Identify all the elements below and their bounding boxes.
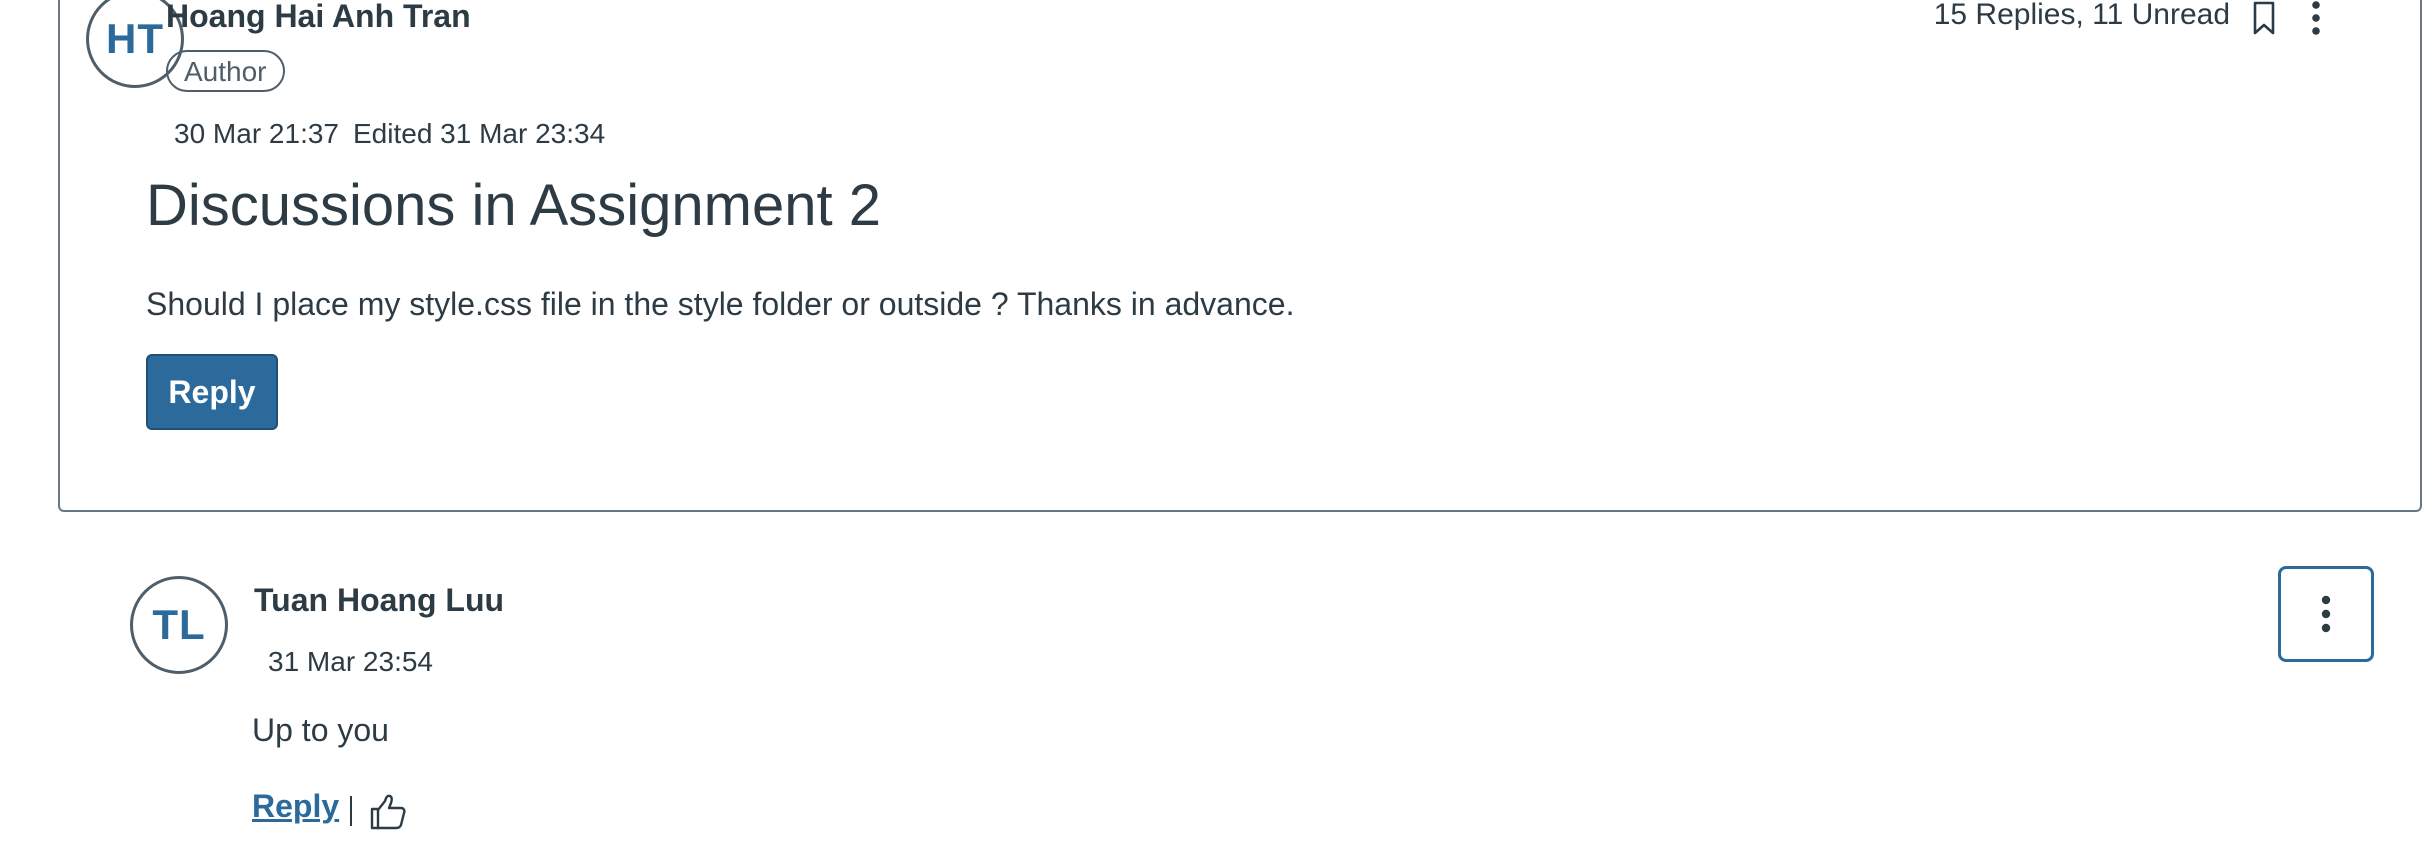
topic-title: Discussions in Assignment 2: [146, 173, 881, 238]
bookmark-icon[interactable]: [2246, 0, 2282, 40]
reply-link[interactable]: Reply: [252, 788, 339, 825]
topic-post-card: HT Hoang Hai Anh Tran Author 30 Mar 21:3…: [58, 0, 2422, 512]
topic-message: Should I place my style.css file in the …: [146, 286, 1295, 322]
reply-timestamp: 31 Mar 23:54: [268, 646, 433, 678]
author-name[interactable]: Hoang Hai Anh Tran: [166, 0, 471, 35]
action-divider: [350, 796, 352, 826]
reply-button[interactable]: Reply: [146, 354, 278, 430]
thumbs-up-icon[interactable]: [366, 790, 410, 834]
post-timestamps: 30 Mar 21:37 Edited 31 Mar 23:34: [174, 118, 605, 150]
reply-author-avatar[interactable]: TL: [130, 576, 228, 674]
reply-options-button[interactable]: [2278, 566, 2374, 662]
reply-posted-date: 31 Mar 23:54: [268, 646, 433, 677]
discussion-page: HT Hoang Hai Anh Tran Author 30 Mar 21:3…: [0, 0, 2424, 852]
reply-count: 15 Replies, 11 Unread: [1933, 0, 2230, 31]
reply-message: Up to you: [252, 712, 389, 748]
posted-date: 30 Mar 21:37: [174, 118, 339, 149]
reply-author-name[interactable]: Tuan Hoang Luu: [254, 582, 504, 619]
edited-date: Edited 31 Mar 23:34: [353, 118, 606, 149]
kebab-menu-icon[interactable]: [2300, 0, 2332, 40]
kebab-menu-icon: [2321, 595, 2331, 633]
author-role-badge: Author: [166, 50, 285, 92]
